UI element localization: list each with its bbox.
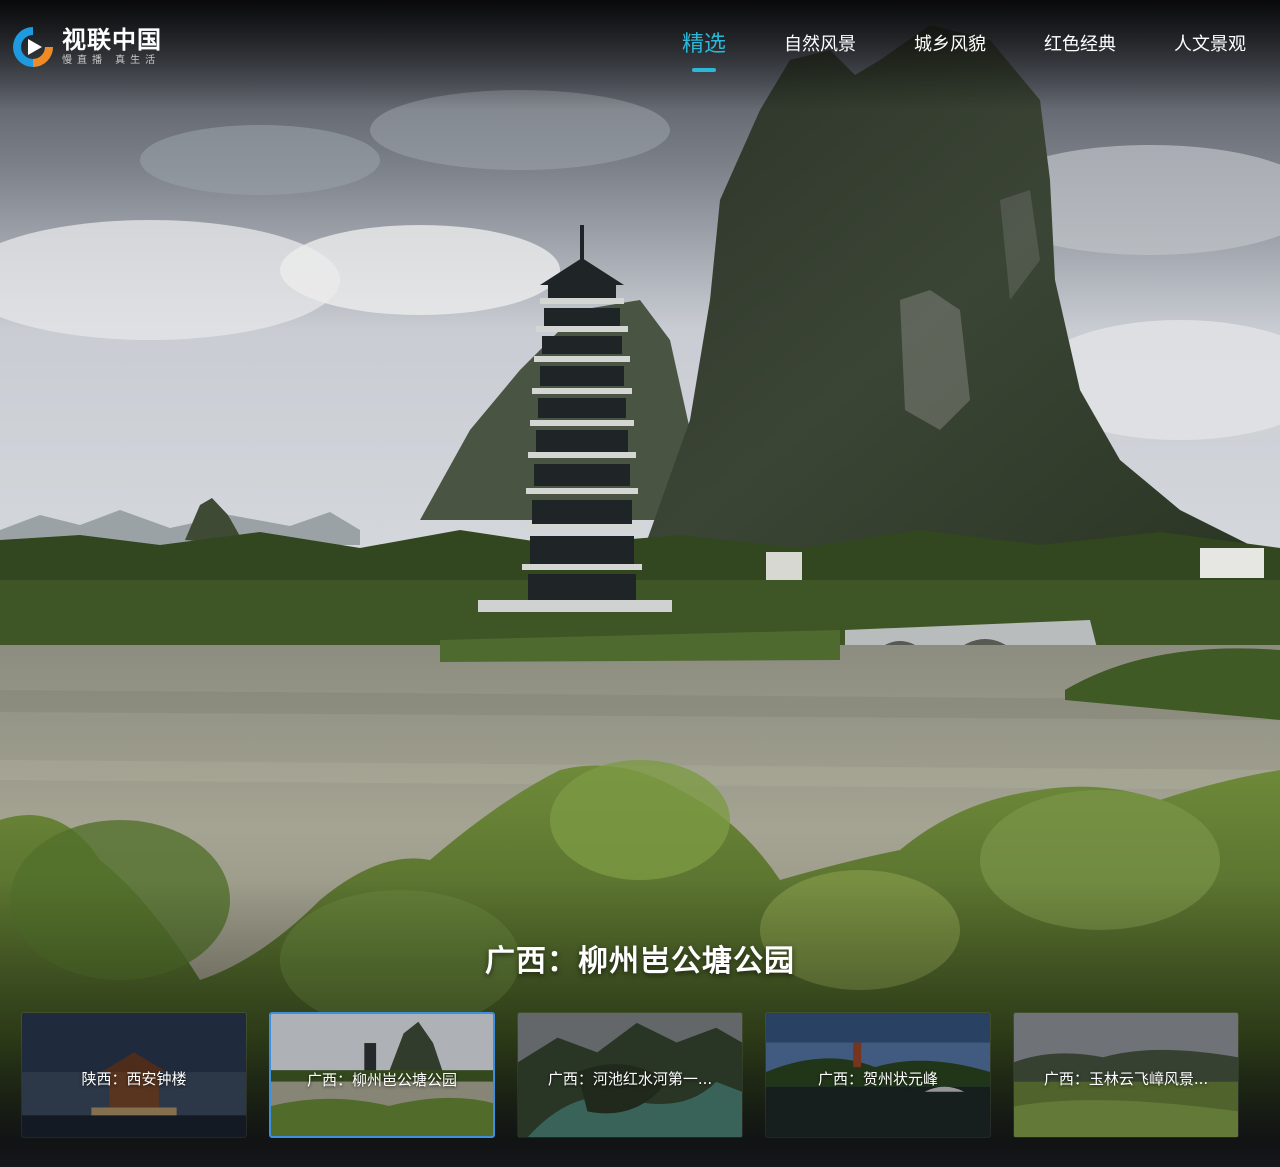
play-logo-icon xyxy=(13,27,53,67)
thumbnail-label: 陕西：西安钟楼 xyxy=(81,1070,187,1088)
hero-scene xyxy=(0,0,1280,1167)
thumbnail-liuzhou-bagongtang-park[interactable]: 广西：柳州岜公塘公园 xyxy=(269,1012,495,1138)
page: 视联中国 慢直播 真生活 精选 自然风景 城乡风貌 红色经典 人文景观 广西：柳… xyxy=(0,0,1280,1167)
hero-live-video[interactable] xyxy=(0,0,1280,1167)
nav-item-natural-scenery[interactable]: 自然风景 xyxy=(784,30,856,60)
thumbnail-label: 广西：贺州状元峰 xyxy=(817,1070,938,1088)
thumbnail-hezhou-zhuangyuan-peak[interactable]: 广西：贺州状元峰 xyxy=(765,1012,991,1138)
thumbnail-label: 广西：河池红水河第一... xyxy=(547,1070,713,1088)
brand-name: 视联中国 xyxy=(62,26,162,54)
brand-logo[interactable]: 视联中国 慢直播 真生活 xyxy=(10,24,162,70)
thumbnail-label: 广西：玉林云飞嶂风景... xyxy=(1043,1070,1209,1088)
stream-thumbnail-strip: 陕西：西安钟楼 广西：柳州岜公塘公园 广西：河池红水河第一... 广西：贺州状元… xyxy=(21,1012,1239,1138)
main-nav: 精选 自然风景 城乡风貌 红色经典 人文景观 xyxy=(624,30,1246,60)
nav-item-cultural-landscape[interactable]: 人文景观 xyxy=(1174,30,1246,60)
thumbnail-label: 广西：柳州岜公塘公园 xyxy=(306,1071,457,1089)
thumbnail-hechi-hongshui-river[interactable]: 广西：河池红水河第一... xyxy=(517,1012,743,1138)
nav-item-urban-rural[interactable]: 城乡风貌 xyxy=(914,30,986,60)
current-stream-title: 广西：柳州岜公塘公园 xyxy=(485,944,795,979)
brand-slogan: 慢直播 真生活 xyxy=(62,55,161,66)
nav-item-featured[interactable]: 精选 xyxy=(682,30,726,60)
thumbnail-yulin-yunfeizhang[interactable]: 广西：玉林云飞嶂风景... xyxy=(1013,1012,1239,1138)
nav-item-red-classics[interactable]: 红色经典 xyxy=(1044,30,1116,60)
thumbnail-xian-bell-tower[interactable]: 陕西：西安钟楼 xyxy=(21,1012,247,1138)
